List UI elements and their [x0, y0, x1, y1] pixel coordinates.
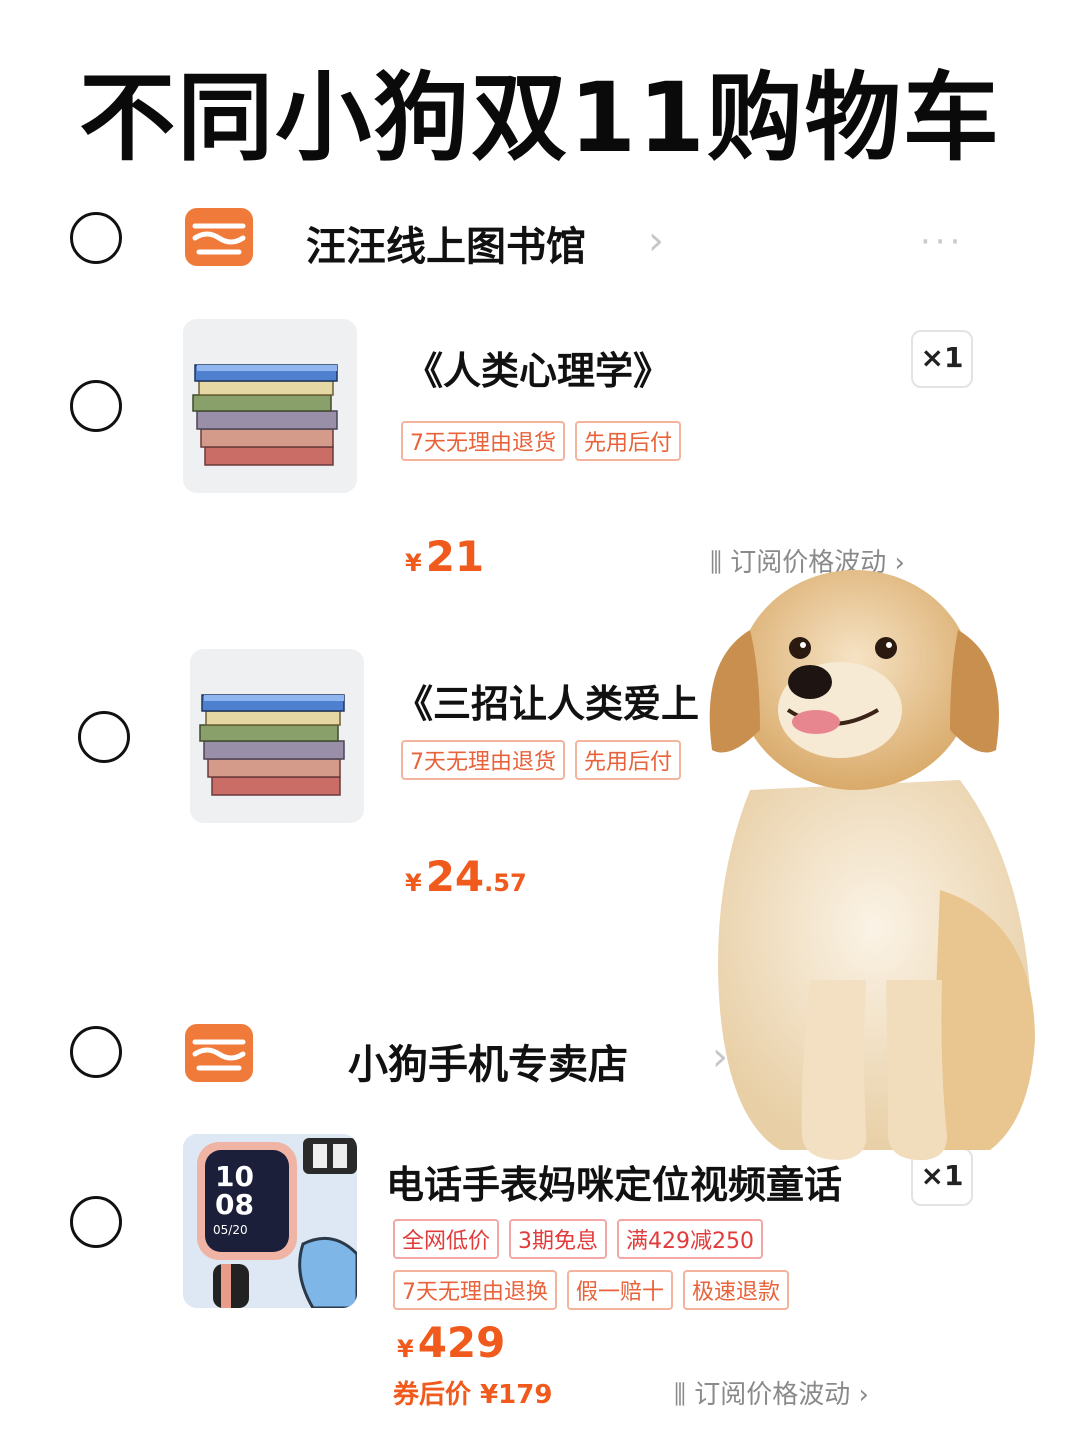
- product-price: ¥24.57: [405, 852, 527, 901]
- store-name[interactable]: 汪汪线上图书馆: [306, 214, 586, 272]
- product-title[interactable]: 《三招让人类爱上: [395, 673, 699, 728]
- promo-tag: 全网低价: [393, 1219, 500, 1259]
- golden-retriever-puppy-image: [709, 570, 1035, 1161]
- product-title[interactable]: 《人类心理学》: [405, 340, 671, 395]
- service-tag: 7天无理由退货: [401, 421, 565, 461]
- smartwatch-image: 10 08 05/20: [183, 1134, 357, 1308]
- price-chart-icon: ⫼: [674, 1380, 686, 1410]
- item-select-radio[interactable]: [70, 380, 122, 432]
- books-stack-icon: [183, 319, 357, 493]
- product-thumbnail[interactable]: [183, 319, 357, 493]
- quantity-badge[interactable]: ×1: [911, 330, 973, 388]
- item-select-radio[interactable]: [70, 1196, 122, 1248]
- product-thumbnail[interactable]: [190, 649, 364, 823]
- store-select-radio[interactable]: [70, 212, 122, 264]
- promo-tag-row: 全网低价 3期免息 满429减250: [393, 1219, 773, 1259]
- promo-tag: 3期免息: [509, 1219, 608, 1259]
- books-stack-icon: [190, 649, 364, 823]
- tag-row: 7天无理由退货 先用后付: [401, 740, 691, 780]
- promo-tag: 满429减250: [617, 1219, 763, 1259]
- store-icon: [185, 208, 253, 266]
- coupon-price: 券后价 ¥179: [393, 1380, 553, 1410]
- service-tag: 7天无理由退换: [393, 1270, 557, 1310]
- product-price: ¥429: [397, 1318, 506, 1367]
- product-thumbnail[interactable]: 10 08 05/20: [183, 1134, 357, 1308]
- subscribe-price-link[interactable]: ⫼ 订阅价格波动 ›: [674, 1374, 869, 1411]
- svg-text:05/20: 05/20: [213, 1223, 248, 1237]
- product-price: ¥21: [405, 532, 485, 581]
- service-tag: 7天无理由退货: [401, 740, 565, 780]
- service-tag: 先用后付: [575, 421, 682, 461]
- chevron-right-icon[interactable]: ›: [648, 218, 664, 264]
- item-select-radio[interactable]: [78, 711, 130, 763]
- service-tag: 先用后付: [575, 740, 682, 780]
- service-tag: 极速退款: [683, 1270, 790, 1310]
- service-tag: 假一赔十: [567, 1270, 674, 1310]
- tag-row: 7天无理由退货 先用后付: [401, 421, 691, 461]
- store-icon: [185, 1024, 253, 1082]
- service-tag-row: 7天无理由退换 假一赔十 极速退款: [393, 1270, 799, 1310]
- svg-text:08: 08: [215, 1188, 254, 1221]
- store-name[interactable]: 小狗手机专卖店: [348, 1032, 628, 1090]
- page-title: 不同小狗双11购物车: [79, 62, 1001, 174]
- more-dots-icon[interactable]: ···: [920, 222, 964, 262]
- store-select-radio[interactable]: [70, 1026, 122, 1078]
